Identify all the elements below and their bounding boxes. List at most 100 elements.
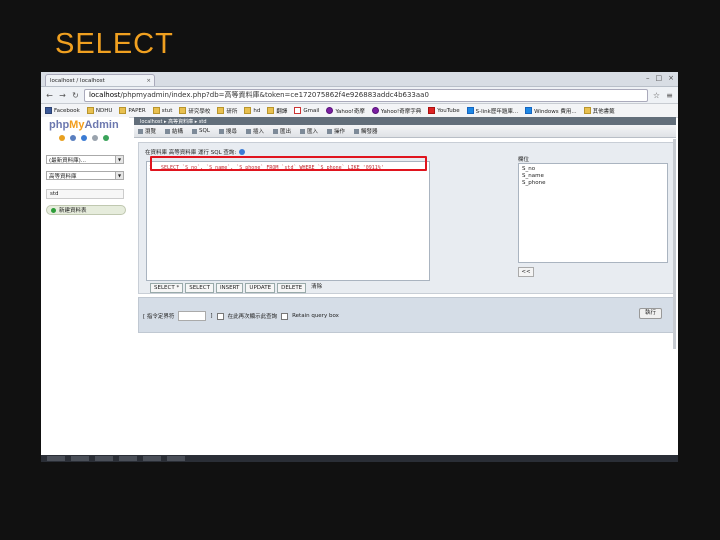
- select-button[interactable]: SELECT: [185, 283, 214, 293]
- bookmark-item[interactable]: Yahoo!奇摩字典: [371, 107, 422, 115]
- insert-button[interactable]: INSERT: [215, 283, 244, 293]
- bookmark-label: Facebook: [54, 107, 80, 114]
- field-item[interactable]: S_no: [522, 166, 664, 173]
- menu-tab[interactable]: 搜尋: [218, 127, 237, 135]
- menu-tab[interactable]: SQL: [192, 128, 210, 134]
- help-icon[interactable]: [81, 135, 87, 141]
- delimiter-input[interactable]: [178, 311, 207, 321]
- menu-tab[interactable]: 觸發器: [354, 127, 378, 135]
- close-icon[interactable]: ×: [146, 78, 151, 84]
- star-icon[interactable]: ☆: [652, 91, 661, 100]
- bookmark-item[interactable]: 研究學校: [179, 107, 210, 115]
- scrollbar[interactable]: [673, 139, 676, 349]
- show-again-checkbox[interactable]: [216, 312, 224, 320]
- logo-my: My: [69, 119, 85, 131]
- menu-icon: [192, 128, 198, 134]
- bookmark-label: hd: [253, 107, 261, 114]
- forward-icon[interactable]: →: [58, 91, 67, 100]
- new-table-button[interactable]: 新建資料表: [46, 205, 126, 215]
- database-select-2[interactable]: 高等資料庫 ▼: [46, 171, 124, 180]
- menu-tab[interactable]: 插入: [245, 127, 264, 135]
- taskbar-item[interactable]: [95, 456, 113, 461]
- go-button[interactable]: 執行: [638, 308, 662, 319]
- delimiter-row: [ 指令定界符 ] 在此再次顯示此查詢 Retain query box: [143, 311, 339, 321]
- insert-field-button[interactable]: <<: [518, 267, 534, 277]
- close-window-icon[interactable]: ×: [668, 74, 674, 82]
- bookmark-label: 研所: [226, 108, 238, 115]
- bookmark-label: Windows 費用...: [534, 108, 577, 115]
- db-icon[interactable]: [70, 135, 76, 141]
- new-table-label: 新建資料表: [59, 208, 87, 214]
- fields-list[interactable]: S_no S_name S_phone: [518, 163, 668, 263]
- bookmark-item[interactable]: hd: [244, 107, 260, 114]
- select-all-button[interactable]: SELECT *: [150, 283, 184, 293]
- yahoo-icon: [371, 107, 379, 114]
- bookmark-item[interactable]: NDHU: [86, 107, 112, 114]
- bookmark-item[interactable]: PAPER: [119, 107, 146, 114]
- bookmark-item[interactable]: Gmail: [294, 107, 319, 114]
- taskbar-item[interactable]: [47, 456, 65, 461]
- minimize-icon[interactable]: –: [646, 74, 650, 82]
- taskbar-item[interactable]: [71, 456, 89, 461]
- reload-icon[interactable]: ↻: [71, 91, 80, 100]
- bookmark-item[interactable]: Facebook: [45, 107, 80, 114]
- reload-nav-icon[interactable]: [103, 135, 109, 141]
- bookmark-item[interactable]: 其他書籤: [583, 107, 615, 115]
- update-button[interactable]: UPDATE: [245, 283, 276, 293]
- breadcrumb: localhost ▸ 高等資料庫 ▸ std: [134, 117, 676, 125]
- clear-button[interactable]: 清除: [308, 283, 325, 291]
- folder-icon: [179, 107, 187, 114]
- logo-admin: Admin: [84, 119, 119, 131]
- taskbar-item[interactable]: [119, 456, 137, 461]
- url-input[interactable]: localhost /phpmyadmin/index.php?db=高等資料庫…: [84, 88, 648, 102]
- bookmark-item[interactable]: YouTube: [428, 107, 460, 114]
- bookmark-item[interactable]: 翻譯: [267, 107, 287, 115]
- menu-tab[interactable]: 匯出: [272, 127, 291, 135]
- database-select[interactable]: (最新資料庫)... ▼: [46, 155, 124, 164]
- youtube-icon: [428, 107, 436, 114]
- folder-icon: [244, 107, 252, 114]
- menu-icon: [326, 128, 332, 134]
- taskbar-item[interactable]: [167, 456, 185, 461]
- taskbar-item[interactable]: [143, 456, 161, 461]
- bookmark-item[interactable]: Yahoo!奇摩: [326, 107, 365, 115]
- top-menu: 瀏覽 結構 SQL 搜尋 插入 匯出 匯入 操作 觸發器: [134, 125, 676, 138]
- bookmark-label: stut: [161, 107, 173, 114]
- menu-icon[interactable]: ≡: [665, 91, 674, 100]
- folder-icon: [119, 107, 127, 114]
- chevron-down-icon: ▼: [115, 172, 123, 179]
- menu-tab-label: SQL: [199, 128, 210, 134]
- bookmark-item[interactable]: stut: [152, 107, 173, 114]
- retain-box-label: Retain query box: [292, 313, 339, 319]
- browser-tab[interactable]: localhost / localhost ×: [45, 74, 155, 86]
- bookmark-label: 其他書籤: [592, 108, 615, 115]
- menu-tab-label: 觸發器: [361, 129, 378, 135]
- help-icon[interactable]: [239, 149, 246, 155]
- facebook-icon: [45, 107, 52, 114]
- bookmark-item[interactable]: S-link歷年題庫...: [466, 107, 518, 115]
- home-icon[interactable]: [59, 135, 65, 141]
- field-item[interactable]: S_phone: [522, 180, 664, 187]
- sidebar-table-std[interactable]: std: [46, 189, 124, 199]
- menu-tab[interactable]: 結構: [165, 127, 183, 135]
- menu-tab[interactable]: 瀏覽: [138, 127, 156, 135]
- fields-label: 欄位: [518, 157, 530, 163]
- back-icon[interactable]: ←: [45, 91, 54, 100]
- bookmark-item[interactable]: 研所: [217, 107, 237, 115]
- bookmark-label: Yahoo!奇摩字典: [380, 108, 422, 115]
- bookmark-item[interactable]: Windows 費用...: [525, 107, 577, 115]
- field-item[interactable]: S_name: [522, 173, 664, 180]
- folder-icon: [217, 107, 225, 114]
- table-label: std: [50, 191, 59, 197]
- window-controls: – □ ×: [646, 74, 674, 82]
- sql-editor[interactable]: 1 SELECT `S_no`, `S_name`, `S_phone` FRO…: [146, 161, 430, 281]
- maximize-icon[interactable]: □: [656, 74, 663, 82]
- delete-button[interactable]: DELETE: [277, 283, 307, 293]
- phpmyadmin-logo[interactable]: phpMyAdmin: [49, 119, 119, 131]
- bookmark-label: 翻譯: [276, 108, 288, 115]
- menu-tab[interactable]: 操作: [326, 127, 345, 135]
- browser-screenshot: localhost / localhost × – □ × ← → ↻ loca…: [41, 72, 678, 458]
- menu-tab[interactable]: 匯入: [299, 127, 318, 135]
- retain-box-checkbox[interactable]: [281, 312, 289, 320]
- settings-icon[interactable]: [92, 135, 98, 141]
